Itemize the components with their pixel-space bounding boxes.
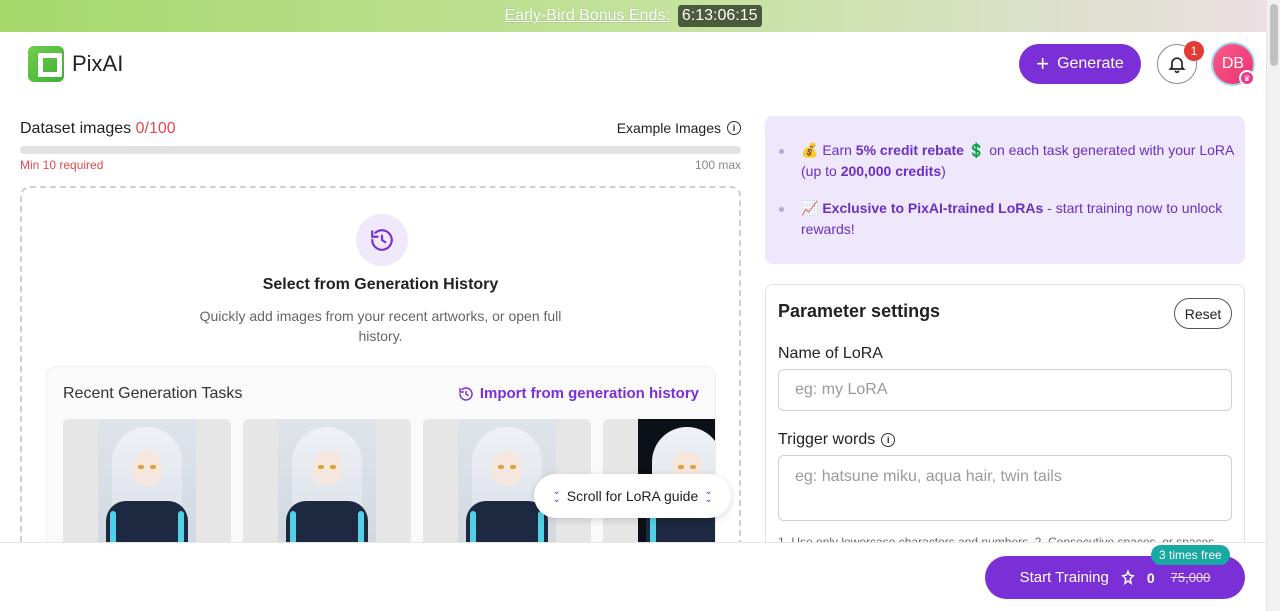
rebate-text: Earn bbox=[822, 142, 852, 158]
lora-name-label: Name of LoRA bbox=[778, 345, 883, 362]
training-cost: 0 bbox=[1146, 569, 1155, 586]
trigger-words-label: Trigger words i bbox=[778, 431, 896, 449]
scrollbar-thumb[interactable] bbox=[1270, 4, 1278, 66]
rebate-credits: 200,000 credits bbox=[840, 163, 942, 179]
notification-badge: 1 bbox=[1184, 41, 1204, 61]
history-description: Quickly add images from your recent artw… bbox=[199, 308, 562, 344]
logo-text: PixAI bbox=[72, 51, 124, 76]
max-text: 100 max bbox=[694, 158, 741, 172]
history-icon-circle bbox=[356, 214, 408, 266]
original-price: 75,000 bbox=[1170, 570, 1211, 585]
dataset-count: 0/100 bbox=[135, 120, 176, 137]
promo-countdown: 6:13:06:15 bbox=[677, 5, 762, 27]
rebate-percent: 5% credit rebate bbox=[855, 142, 964, 158]
avatar[interactable]: DB ♛ bbox=[1211, 42, 1255, 86]
scroll-guide-label: Scroll for LoRA guide bbox=[566, 488, 699, 504]
crown-icon: ♛ bbox=[1239, 70, 1255, 86]
exclusive-item: 📈 Exclusive to PixAI-trained LoRAs - sta… bbox=[779, 198, 1241, 240]
free-times-badge: 3 times free bbox=[1151, 545, 1230, 565]
plus-icon: + bbox=[1036, 51, 1050, 76]
dataset-title-label: Dataset images bbox=[20, 120, 132, 137]
info-icon[interactable]: i bbox=[881, 433, 896, 447]
promo-text[interactable]: Early-Bird Bonus Ends: bbox=[504, 7, 669, 25]
pixai-logo-icon bbox=[28, 46, 64, 82]
credits-icon bbox=[1121, 568, 1135, 585]
scroll-guide-button[interactable]: ⌄ ⌄ Scroll for LoRA guide ⌄ ⌄ bbox=[534, 474, 731, 518]
dollar-icon: 💲 bbox=[967, 142, 986, 158]
bell-icon bbox=[1168, 57, 1186, 74]
recent-tasks-title: Recent Generation Tasks bbox=[63, 385, 243, 402]
reset-button[interactable]: Reset bbox=[1174, 298, 1232, 329]
history-title: Select from Generation History bbox=[262, 276, 499, 293]
double-chevron-down-icon: ⌄ ⌄ bbox=[552, 486, 561, 505]
avatar-initials: DB bbox=[1221, 55, 1245, 72]
promo-banner[interactable]: Early-Bird Bonus Ends: 6:13:06:15 bbox=[0, 0, 1266, 32]
import-history-label: Import from generation history bbox=[479, 385, 699, 402]
start-training-label: Start Training bbox=[1019, 569, 1109, 586]
notifications-button[interactable]: 1 bbox=[1157, 41, 1204, 84]
info-icon: i bbox=[727, 121, 741, 135]
generate-label: Generate bbox=[1057, 55, 1124, 72]
chart-up-icon: 📈 bbox=[801, 200, 819, 216]
trigger-words-input[interactable] bbox=[778, 455, 1232, 521]
dataset-title: Dataset images 0/100 bbox=[20, 120, 176, 138]
params-title: Parameter settings bbox=[778, 301, 941, 321]
parameter-settings-card: Parameter settings Reset Name of LoRA Tr… bbox=[765, 284, 1245, 584]
trigger-words-label-text: Trigger words bbox=[778, 431, 876, 448]
footer-bar: Start Training 0 75,000 bbox=[0, 542, 1266, 611]
dataset-progress-bar bbox=[20, 146, 741, 154]
double-chevron-down-icon: ⌄ ⌄ bbox=[704, 486, 713, 505]
logo[interactable]: PixAI bbox=[28, 46, 123, 82]
generate-button[interactable]: + Generate bbox=[1019, 44, 1141, 84]
min-required-text: Min 10 required bbox=[20, 158, 104, 172]
history-icon bbox=[371, 229, 393, 251]
money-bag-icon: 💰 bbox=[801, 142, 819, 158]
example-images-link[interactable]: Example Images i bbox=[617, 120, 741, 136]
page-scrollbar[interactable] bbox=[1266, 0, 1280, 611]
example-images-label: Example Images bbox=[616, 120, 721, 136]
rebate-item: 💰 Earn 5% credit rebate 💲 on each task g… bbox=[779, 140, 1241, 182]
lora-name-input[interactable] bbox=[778, 369, 1232, 411]
rebate-promo-card: 💰 Earn 5% credit rebate 💲 on each task g… bbox=[765, 116, 1245, 264]
history-icon bbox=[459, 386, 473, 401]
top-header: PixAI + Generate 1 DB ♛ bbox=[0, 32, 1266, 96]
exclusive-title: Exclusive to PixAI-trained LoRAs bbox=[822, 200, 1044, 216]
rebate-text: ) bbox=[941, 163, 946, 179]
import-history-link[interactable]: Import from generation history bbox=[458, 385, 699, 402]
